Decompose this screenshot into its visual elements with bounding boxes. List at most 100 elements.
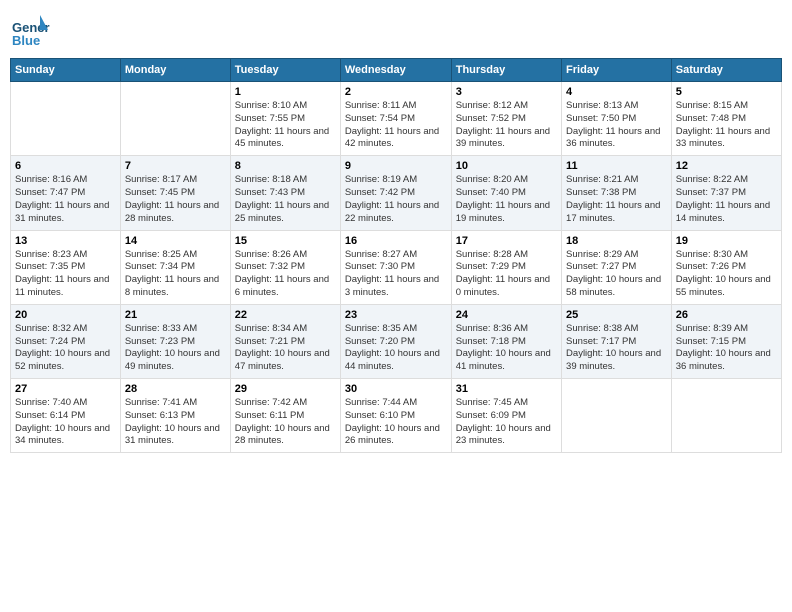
calendar-cell: 28Sunrise: 7:41 AM Sunset: 6:13 PM Dayli… xyxy=(120,379,230,453)
calendar-cell: 29 Sunrise: 7:42 AM Sunset: 6:11 PM Dayli… xyxy=(230,379,340,453)
day-number: 24 xyxy=(456,309,557,321)
day-info: Sunrise: 8:21 AM Sunset: 7:38 PM Dayligh… xyxy=(566,174,667,225)
day-info: Sunrise: 8:18 AM Sunset: 7:43 PM Dayligh… xyxy=(235,174,336,225)
weekday-header-monday: Monday xyxy=(120,59,230,82)
day-number: 21 xyxy=(125,309,226,321)
day-number: 29 xyxy=(235,383,336,395)
day-number: 9 xyxy=(345,160,447,172)
day-info: Sunrise: 8:39 AM Sunset: 7:15 PM Dayligh… xyxy=(676,323,777,374)
day-info: Sunrise: 8:28 AM Sunset: 7:29 PM Dayligh… xyxy=(456,249,557,300)
day-number: 12 xyxy=(676,160,777,172)
day-info: Sunrise: 8:13 AM Sunset: 7:50 PM Dayligh… xyxy=(566,100,667,151)
weekday-header-wednesday: Wednesday xyxy=(340,59,451,82)
day-info: Sunrise: 8:35 AM Sunset: 7:20 PM Dayligh… xyxy=(345,323,447,374)
calendar-cell: 11 Sunrise: 8:21 AM Sunset: 7:38 PM Dayli… xyxy=(562,156,672,230)
day-info: Sunrise: 8:10 AM Sunset: 7:55 PM Dayligh… xyxy=(235,100,336,151)
day-number: 2 xyxy=(345,86,447,98)
day-info: Sunrise: 8:12 AM Sunset: 7:52 PM Dayligh… xyxy=(456,100,557,151)
day-number: 4 xyxy=(566,86,667,98)
day-info: Sunrise: 8:11 AM Sunset: 7:54 PM Dayligh… xyxy=(345,100,447,151)
day-info: Sunrise: 8:17 AM Sunset: 7:45 PM Dayligh… xyxy=(125,174,226,225)
day-number: 17 xyxy=(456,235,557,247)
day-info: Sunrise: 7:40 AM Sunset: 6:14 PM Dayligh… xyxy=(15,397,116,448)
day-info: Sunrise: 8:33 AM Sunset: 7:23 PM Dayligh… xyxy=(125,323,226,374)
calendar-cell: 5 Sunrise: 8:15 AM Sunset: 7:48 PM Daylig… xyxy=(671,82,781,156)
day-number: 18 xyxy=(566,235,667,247)
day-info: Sunrise: 8:16 AM Sunset: 7:47 PM Dayligh… xyxy=(15,174,116,225)
day-info: Sunrise: 8:23 AM Sunset: 7:35 PM Dayligh… xyxy=(15,249,116,300)
calendar-cell: 6 Sunrise: 8:16 AM Sunset: 7:47 PM Daylig… xyxy=(11,156,121,230)
calendar-cell: 13 Sunrise: 8:23 AM Sunset: 7:35 PM Dayli… xyxy=(11,230,121,304)
calendar-cell: 12 Sunrise: 8:22 AM Sunset: 7:37 PM Dayli… xyxy=(671,156,781,230)
weekday-header-row: SundayMondayTuesdayWednesdayThursdayFrid… xyxy=(11,59,782,82)
day-info: Sunrise: 8:25 AM Sunset: 7:34 PM Dayligh… xyxy=(125,249,226,300)
week-row-1: 1 Sunrise: 8:10 AM Sunset: 7:55 PM Daylig… xyxy=(11,82,782,156)
calendar-cell: 4 Sunrise: 8:13 AM Sunset: 7:50 PM Daylig… xyxy=(562,82,672,156)
day-number: 13 xyxy=(15,235,116,247)
calendar-cell: 24 Sunrise: 8:36 AM Sunset: 7:18 PM Dayli… xyxy=(451,304,561,378)
calendar-cell: 22Sunrise: 8:34 AM Sunset: 7:21 PM Dayli… xyxy=(230,304,340,378)
day-number: 7 xyxy=(125,160,226,172)
day-info: Sunrise: 8:29 AM Sunset: 7:27 PM Dayligh… xyxy=(566,249,667,300)
day-number: 23 xyxy=(345,309,447,321)
calendar-cell: 8 Sunrise: 8:18 AM Sunset: 7:43 PM Daylig… xyxy=(230,156,340,230)
day-number: 20 xyxy=(15,309,116,321)
day-number: 19 xyxy=(676,235,777,247)
header: General Blue xyxy=(10,10,782,50)
calendar-cell: 7 Sunrise: 8:17 AM Sunset: 7:45 PM Daylig… xyxy=(120,156,230,230)
calendar-cell: 9Sunrise: 8:19 AM Sunset: 7:42 PM Daylig… xyxy=(340,156,451,230)
day-number: 16 xyxy=(345,235,447,247)
weekday-header-tuesday: Tuesday xyxy=(230,59,340,82)
calendar-cell xyxy=(11,82,121,156)
logo-icon: General Blue xyxy=(10,10,50,50)
day-number: 11 xyxy=(566,160,667,172)
calendar-cell: 26 Sunrise: 8:39 AM Sunset: 7:15 PM Dayli… xyxy=(671,304,781,378)
day-number: 25 xyxy=(566,309,667,321)
day-number: 6 xyxy=(15,160,116,172)
weekday-header-saturday: Saturday xyxy=(671,59,781,82)
day-number: 27 xyxy=(15,383,116,395)
calendar-table: SundayMondayTuesdayWednesdayThursdayFrid… xyxy=(10,58,782,453)
week-row-3: 13 Sunrise: 8:23 AM Sunset: 7:35 PM Dayli… xyxy=(11,230,782,304)
day-number: 22 xyxy=(235,309,336,321)
calendar-cell: 23 Sunrise: 8:35 AM Sunset: 7:20 PM Dayli… xyxy=(340,304,451,378)
day-number: 5 xyxy=(676,86,777,98)
calendar-cell: 14 Sunrise: 8:25 AM Sunset: 7:34 PM Dayli… xyxy=(120,230,230,304)
calendar-cell: 18 Sunrise: 8:29 AM Sunset: 7:27 PM Dayli… xyxy=(562,230,672,304)
day-info: Sunrise: 8:26 AM Sunset: 7:32 PM Dayligh… xyxy=(235,249,336,300)
calendar-cell: 27 Sunrise: 7:40 AM Sunset: 6:14 PM Dayli… xyxy=(11,379,121,453)
day-info: Sunrise: 8:22 AM Sunset: 7:37 PM Dayligh… xyxy=(676,174,777,225)
calendar-cell: 21 Sunrise: 8:33 AM Sunset: 7:23 PM Dayli… xyxy=(120,304,230,378)
calendar-cell xyxy=(562,379,672,453)
day-number: 30 xyxy=(345,383,447,395)
calendar-cell: 20Sunrise: 8:32 AM Sunset: 7:24 PM Dayli… xyxy=(11,304,121,378)
calendar-cell: 3 Sunrise: 8:12 AM Sunset: 7:52 PM Daylig… xyxy=(451,82,561,156)
calendar-cell xyxy=(120,82,230,156)
day-info: Sunrise: 8:30 AM Sunset: 7:26 PM Dayligh… xyxy=(676,249,777,300)
day-info: Sunrise: 8:36 AM Sunset: 7:18 PM Dayligh… xyxy=(456,323,557,374)
day-info: Sunrise: 8:15 AM Sunset: 7:48 PM Dayligh… xyxy=(676,100,777,151)
day-number: 14 xyxy=(125,235,226,247)
day-number: 8 xyxy=(235,160,336,172)
calendar-cell: 1 Sunrise: 8:10 AM Sunset: 7:55 PM Daylig… xyxy=(230,82,340,156)
day-info: Sunrise: 8:27 AM Sunset: 7:30 PM Dayligh… xyxy=(345,249,447,300)
calendar-body: 1 Sunrise: 8:10 AM Sunset: 7:55 PM Daylig… xyxy=(11,82,782,453)
weekday-header-thursday: Thursday xyxy=(451,59,561,82)
weekday-header-friday: Friday xyxy=(562,59,672,82)
day-number: 26 xyxy=(676,309,777,321)
calendar-cell: 15Sunrise: 8:26 AM Sunset: 7:32 PM Dayli… xyxy=(230,230,340,304)
calendar-cell: 16 Sunrise: 8:27 AM Sunset: 7:30 PM Dayli… xyxy=(340,230,451,304)
day-number: 1 xyxy=(235,86,336,98)
day-info: Sunrise: 7:42 AM Sunset: 6:11 PM Dayligh… xyxy=(235,397,336,448)
day-number: 3 xyxy=(456,86,557,98)
calendar-cell: 31Sunrise: 7:45 AM Sunset: 6:09 PM Dayli… xyxy=(451,379,561,453)
calendar-cell: 19 Sunrise: 8:30 AM Sunset: 7:26 PM Dayli… xyxy=(671,230,781,304)
calendar-cell: 30Sunrise: 7:44 AM Sunset: 6:10 PM Dayli… xyxy=(340,379,451,453)
calendar-cell: 17 Sunrise: 8:28 AM Sunset: 7:29 PM Dayli… xyxy=(451,230,561,304)
day-number: 28 xyxy=(125,383,226,395)
calendar-cell xyxy=(671,379,781,453)
weekday-header-sunday: Sunday xyxy=(11,59,121,82)
calendar-cell: 25Sunrise: 8:38 AM Sunset: 7:17 PM Dayli… xyxy=(562,304,672,378)
day-number: 10 xyxy=(456,160,557,172)
week-row-4: 20Sunrise: 8:32 AM Sunset: 7:24 PM Dayli… xyxy=(11,304,782,378)
